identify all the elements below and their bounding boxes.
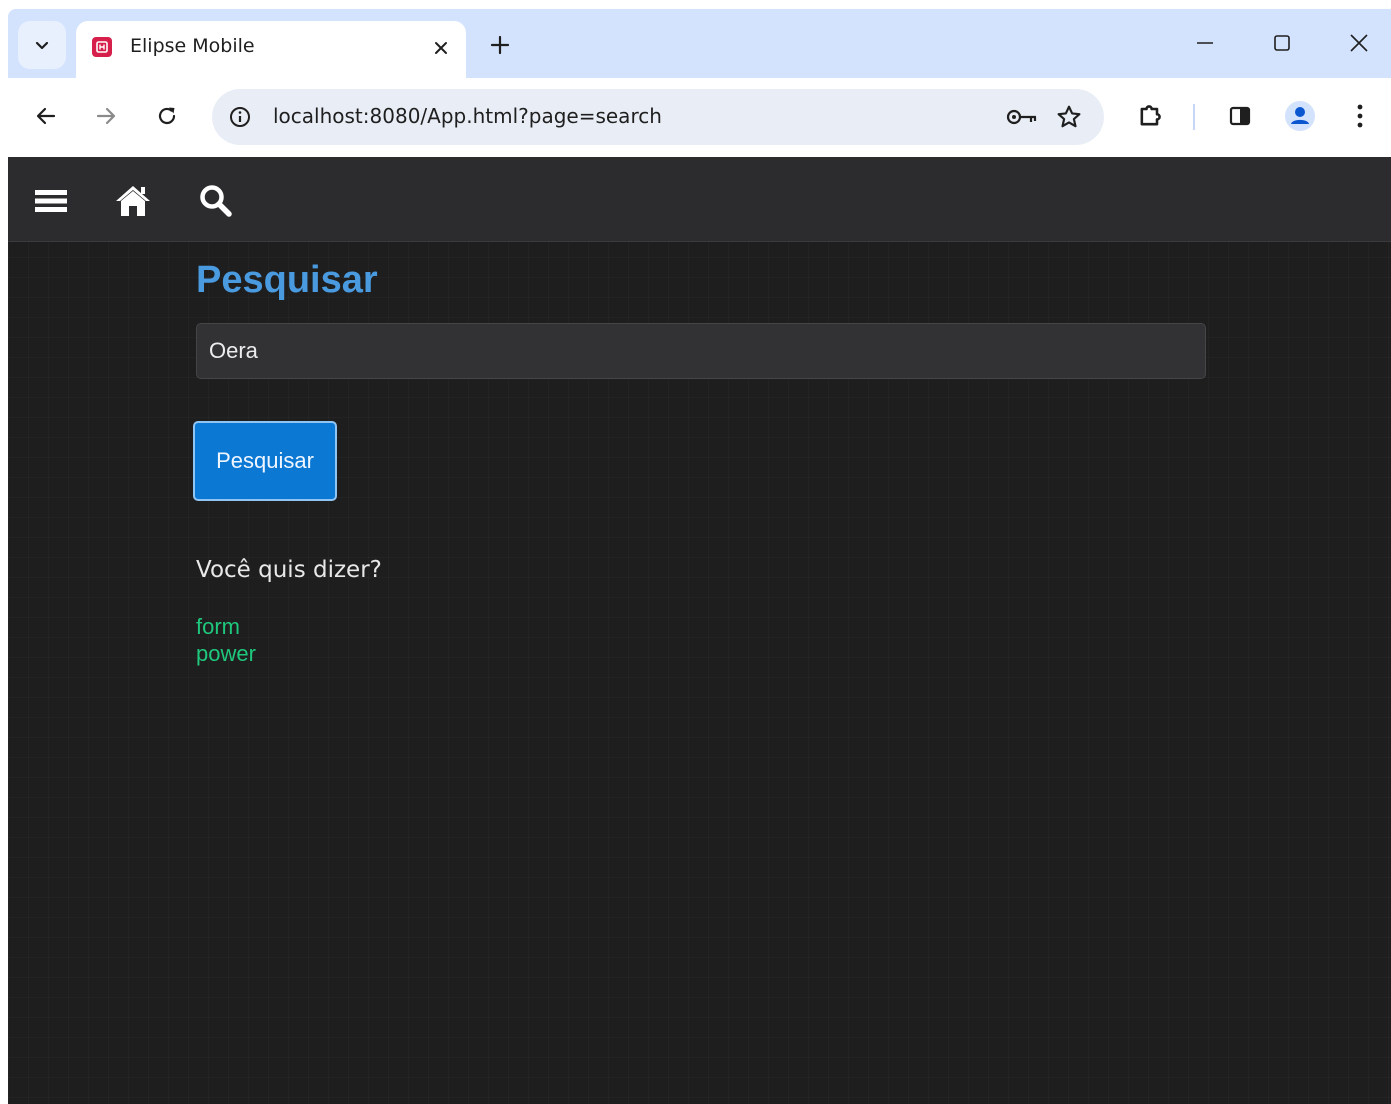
arrow-right-icon — [96, 107, 116, 125]
tab-title: Elipse Mobile — [130, 35, 255, 57]
app-menu-button[interactable] — [27, 177, 75, 225]
forward-button[interactable] — [86, 96, 126, 136]
profile-icon — [1285, 101, 1315, 131]
app-search-button[interactable] — [192, 177, 240, 225]
close-window-button[interactable] — [1337, 23, 1381, 63]
close-icon — [1350, 34, 1368, 52]
star-icon — [1057, 105, 1081, 128]
tab-close-button[interactable] — [428, 35, 454, 61]
browser-tab[interactable]: Elipse Mobile — [76, 21, 466, 78]
app-home-button[interactable] — [109, 177, 157, 225]
profile-button[interactable] — [1280, 96, 1320, 136]
site-info-button[interactable] — [226, 103, 254, 131]
hamburger-icon — [35, 190, 67, 212]
elipse-favicon — [92, 37, 112, 57]
side-panel-icon — [1229, 106, 1251, 126]
puzzle-icon — [1140, 105, 1161, 126]
arrow-left-icon — [36, 107, 56, 125]
tab-search-button[interactable] — [18, 21, 66, 69]
suggestion-link[interactable]: power — [196, 640, 256, 667]
suggestions-label: Você quis dizer? — [196, 557, 382, 583]
reload-button[interactable] — [147, 96, 187, 136]
back-button[interactable] — [26, 96, 66, 136]
toolbar-divider — [1193, 104, 1195, 130]
suggestions-list: form power — [196, 613, 256, 667]
password-button[interactable] — [1004, 103, 1040, 131]
browser-toolbar: localhost:8080/App.html?page=search — [8, 78, 1391, 158]
url-text[interactable]: localhost:8080/App.html?page=search — [273, 104, 662, 128]
side-panel-button[interactable] — [1220, 96, 1260, 136]
home-icon — [116, 186, 150, 216]
page-title: Pesquisar — [196, 259, 378, 301]
plus-icon — [490, 35, 510, 55]
tab-strip: Elipse Mobile — [8, 9, 1391, 78]
new-tab-button[interactable] — [482, 29, 518, 61]
browser-window: Elipse Mobile localhost:8080/App.html?pa… — [8, 9, 1391, 1104]
address-bar[interactable]: localhost:8080/App.html?page=search — [212, 89, 1104, 145]
suggestion-link[interactable]: form — [196, 613, 256, 640]
close-icon — [435, 42, 447, 54]
extensions-button[interactable] — [1130, 96, 1170, 136]
search-input[interactable] — [196, 323, 1206, 379]
maximize-icon — [1274, 35, 1290, 51]
search-icon — [200, 185, 232, 217]
search-button[interactable]: Pesquisar — [193, 421, 337, 501]
browser-menu-button[interactable] — [1340, 96, 1380, 136]
app-navbar — [8, 157, 1391, 242]
bookmark-button[interactable] — [1054, 102, 1084, 132]
key-icon — [1006, 109, 1037, 125]
app-page: Pesquisar Pesquisar Você quis dizer? for… — [8, 157, 1391, 1104]
info-icon — [230, 107, 250, 127]
reload-icon — [158, 107, 176, 125]
minimize-button[interactable] — [1183, 23, 1227, 63]
chevron-down-icon — [35, 41, 49, 50]
maximize-button[interactable] — [1260, 23, 1304, 63]
kebab-menu-icon — [1357, 104, 1363, 128]
minimize-icon — [1197, 42, 1213, 44]
